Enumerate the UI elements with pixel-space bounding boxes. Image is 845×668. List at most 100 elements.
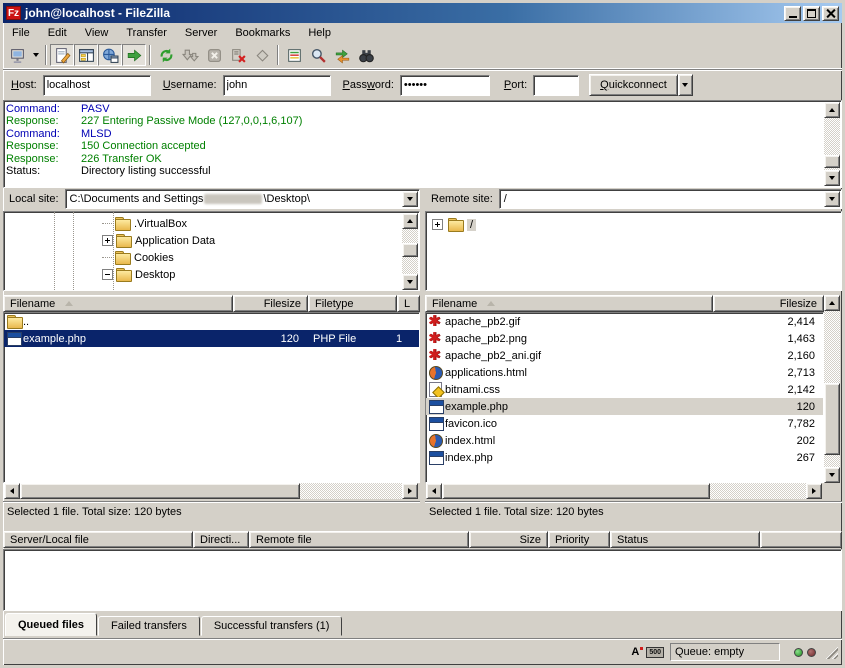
- log-scrollbar[interactable]: [824, 102, 840, 186]
- column-header-server-local-file[interactable]: Server/Local file: [3, 531, 193, 548]
- menu-bookmarks[interactable]: Bookmarks: [226, 25, 299, 41]
- remote-file-row[interactable]: apache_pb2.gif2,414: [426, 313, 823, 330]
- tab-successful-transfers[interactable]: Successful transfers (1): [201, 616, 343, 636]
- column-header-priority[interactable]: Priority: [548, 531, 610, 548]
- site-manager-button[interactable]: [5, 44, 29, 66]
- scroll-down-button[interactable]: [824, 170, 840, 186]
- column-header-size[interactable]: Size: [469, 531, 548, 548]
- collapse-minus-icon[interactable]: [102, 269, 113, 280]
- menu-help[interactable]: Help: [299, 25, 340, 41]
- remote-file-row[interactable]: index.php267: [426, 449, 823, 466]
- status-bar: A 500 Queue: empty: [3, 638, 842, 665]
- column-header-direction[interactable]: Directi...: [193, 531, 249, 548]
- local-file-row-updir[interactable]: ..: [4, 313, 419, 330]
- column-header-filename[interactable]: Filename: [3, 295, 233, 312]
- site-manager-icon: [9, 47, 26, 64]
- reconnect-button[interactable]: [250, 44, 274, 66]
- remote-file-row[interactable]: bitnami.css2,142: [426, 381, 823, 398]
- local-treeview-toggle-button[interactable]: [74, 44, 98, 66]
- menu-transfer[interactable]: Transfer: [117, 25, 176, 41]
- local-list-hscrollbar[interactable]: [4, 483, 418, 499]
- find-files-button[interactable]: [354, 44, 378, 66]
- scrollbar-thumb[interactable]: [824, 155, 840, 168]
- scroll-down-button[interactable]: [824, 467, 840, 483]
- remote-file-row[interactable]: favicon.ico7,782: [426, 415, 823, 432]
- password-input[interactable]: [400, 75, 490, 96]
- expand-plus-icon[interactable]: [102, 235, 113, 246]
- process-queue-button[interactable]: [178, 44, 202, 66]
- column-header-filename[interactable]: Filename: [425, 295, 713, 312]
- host-input[interactable]: [43, 75, 151, 96]
- tree-item-virtualbox[interactable]: .VirtualBox: [102, 215, 187, 232]
- username-input[interactable]: [223, 75, 331, 96]
- remote-list-scrollbar[interactable]: [824, 295, 840, 483]
- column-header-remote-file[interactable]: Remote file: [249, 531, 469, 548]
- local-site-dropdown-button[interactable]: [402, 191, 418, 207]
- chevron-down-icon: [33, 53, 39, 57]
- tab-failed-transfers[interactable]: Failed transfers: [98, 616, 200, 636]
- filezilla-window: Fz john@localhost - FileZilla File Edit …: [0, 0, 845, 668]
- speed-limits-icon[interactable]: 500: [646, 647, 664, 658]
- resize-grip[interactable]: [824, 645, 838, 659]
- scroll-up-button[interactable]: [402, 213, 418, 229]
- directory-comparison-button[interactable]: [306, 44, 330, 66]
- local-site-combo[interactable]: C:\Documents and Settings\Desktop\: [65, 189, 420, 209]
- remote-site-dropdown-button[interactable]: [824, 191, 840, 207]
- tree-item-cookies[interactable]: Cookies: [102, 249, 174, 266]
- scroll-up-button[interactable]: [824, 102, 840, 118]
- disconnect-button[interactable]: [226, 44, 250, 66]
- remote-site-combo[interactable]: /: [499, 189, 842, 209]
- remote-list-hscrollbar[interactable]: [426, 483, 822, 499]
- port-input[interactable]: [533, 75, 579, 96]
- site-manager-dropdown-button[interactable]: [29, 44, 42, 66]
- cancel-operation-button[interactable]: [202, 44, 226, 66]
- scrollbar-thumb[interactable]: [442, 483, 710, 499]
- scrollbar-thumb[interactable]: [824, 383, 840, 455]
- filter-button[interactable]: [282, 44, 306, 66]
- scroll-left-button[interactable]: [426, 483, 442, 499]
- tree-item-root[interactable]: /: [432, 216, 476, 233]
- column-header-filetype[interactable]: Filetype: [308, 295, 397, 312]
- tree-item-application-data[interactable]: Application Data: [102, 232, 215, 249]
- scroll-left-button[interactable]: [4, 483, 20, 499]
- quickconnect-button[interactable]: Quickconnect: [589, 74, 678, 96]
- maximize-button[interactable]: [803, 6, 820, 21]
- toolbar-separator: [149, 45, 151, 65]
- scroll-right-button[interactable]: [402, 483, 418, 499]
- scroll-right-button[interactable]: [806, 483, 822, 499]
- minimize-button[interactable]: [784, 6, 801, 21]
- scroll-down-button[interactable]: [402, 274, 418, 290]
- remote-file-row[interactable]: index.html202: [426, 432, 823, 449]
- close-button[interactable]: [822, 6, 839, 21]
- menu-view[interactable]: View: [76, 25, 118, 41]
- scrollbar-thumb[interactable]: [402, 243, 418, 257]
- column-header-filesize[interactable]: Filesize: [713, 295, 824, 312]
- quickconnect-dropdown-button[interactable]: [678, 74, 693, 96]
- column-header-filesize[interactable]: Filesize: [233, 295, 308, 312]
- menu-edit[interactable]: Edit: [39, 25, 76, 41]
- expand-plus-icon[interactable]: [432, 219, 443, 230]
- tree-connector: [102, 257, 114, 258]
- remote-file-row-selected[interactable]: example.php120: [426, 398, 823, 415]
- refresh-button[interactable]: [154, 44, 178, 66]
- column-header-lastmodified[interactable]: L: [397, 295, 420, 312]
- local-tree-scrollbar[interactable]: [402, 213, 418, 290]
- remote-treeview-toggle-button[interactable]: [98, 44, 122, 66]
- app-icon: Fz: [6, 6, 21, 20]
- tree-item-desktop[interactable]: Desktop: [102, 266, 175, 283]
- transfer-queue-toggle-button[interactable]: [122, 44, 146, 66]
- remote-file-row[interactable]: apache_pb2_ani.gif2,160: [426, 347, 823, 364]
- activity-led-red-icon: [807, 648, 816, 657]
- scrollbar-thumb[interactable]: [20, 483, 300, 499]
- arrow-right-icon: [812, 488, 816, 494]
- menu-file[interactable]: File: [3, 25, 39, 41]
- message-log-toggle-button[interactable]: [50, 44, 74, 66]
- synchronized-browsing-button[interactable]: [330, 44, 354, 66]
- scroll-up-button[interactable]: [824, 295, 840, 311]
- remote-file-row[interactable]: applications.html2,713: [426, 364, 823, 381]
- menu-server[interactable]: Server: [176, 25, 226, 41]
- column-header-status[interactable]: Status: [610, 531, 760, 548]
- local-file-row-selected[interactable]: example.php 120 PHP File 1: [4, 330, 419, 347]
- remote-file-row[interactable]: apache_pb2.png1,463: [426, 330, 823, 347]
- tab-queued-files[interactable]: Queued files: [5, 613, 97, 636]
